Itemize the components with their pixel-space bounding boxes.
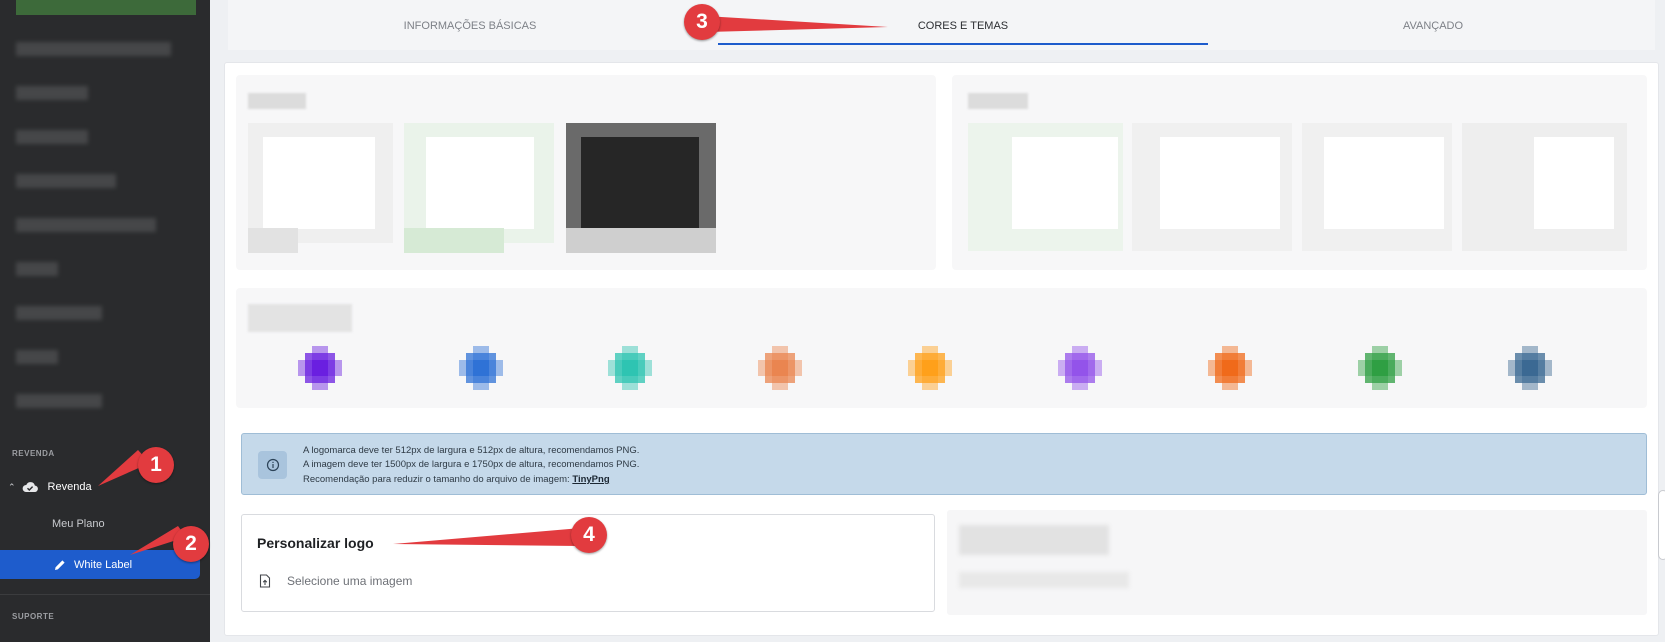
- accent-color-panel: [236, 288, 1647, 408]
- sidebar-item-revenda[interactable]: ⌃ Revenda: [8, 481, 92, 493]
- sidebar-item-blurred[interactable]: [16, 350, 58, 364]
- theme-option-label-blurred: [248, 228, 298, 253]
- theme-option-inner: [263, 137, 375, 229]
- panel-title-blurred: [248, 93, 306, 109]
- pencil-icon: [54, 559, 66, 571]
- preview-text-blurred: [959, 572, 1129, 588]
- color-swatch[interactable]: [1208, 346, 1252, 390]
- select-image-button[interactable]: Selecione uma imagem: [259, 574, 412, 588]
- color-swatch[interactable]: [459, 346, 503, 390]
- cloud-icon: [22, 481, 38, 493]
- layout-preview-panel-blurred: [952, 75, 1647, 270]
- color-swatch[interactable]: [608, 346, 652, 390]
- sidebar-item-blurred[interactable]: [16, 306, 102, 320]
- callout-badge-1: 1: [138, 447, 174, 483]
- theme-preview-panel-blurred: [236, 75, 936, 270]
- layout-option-inner: [1324, 137, 1444, 229]
- color-swatch[interactable]: [758, 346, 802, 390]
- layout-option-inner: [1012, 137, 1118, 229]
- sidebar-item-label: White Label: [74, 558, 133, 571]
- file-upload-icon: [259, 574, 271, 588]
- scrollbar-handle[interactable]: [1658, 490, 1665, 560]
- tab-cores-e-temas[interactable]: CORES E TEMAS: [883, 20, 1043, 32]
- info-line-compress-text: Recomendação para reduzir o tamanho do a…: [303, 474, 570, 485]
- panel-title-blurred: [248, 304, 352, 332]
- layout-option-inner: [1534, 137, 1614, 229]
- info-line-compress: Recomendação para reduzir o tamanho do a…: [303, 474, 610, 485]
- active-tab-indicator: [718, 43, 1208, 45]
- tab-informacoes-basicas[interactable]: INFORMAÇÕES BÁSICAS: [390, 20, 550, 32]
- sidebar-divider: [0, 594, 210, 595]
- color-swatch[interactable]: [1358, 346, 1402, 390]
- panel-title-blurred: [968, 93, 1028, 109]
- color-swatch[interactable]: [908, 346, 952, 390]
- sidebar-item-label: Revenda: [47, 481, 92, 493]
- sidebar-section-suporte: SUPORTE: [12, 612, 55, 621]
- info-icon: [258, 451, 287, 479]
- sidebar-item-blurred[interactable]: [16, 262, 58, 276]
- tab-bar: INFORMAÇÕES BÁSICAS CORES E TEMAS AVANÇA…: [228, 0, 1655, 50]
- chevron-up-icon: ⌃: [8, 481, 16, 492]
- theme-option-label-blurred: [566, 228, 716, 253]
- callout-badge-4: 4: [571, 517, 607, 553]
- sidebar-item-blurred[interactable]: [16, 394, 102, 408]
- sidebar-top-item-blurred[interactable]: [16, 0, 196, 15]
- image-requirements-alert: A logomarca deve ter 512px de largura e …: [241, 433, 1647, 495]
- sidebar-section-revenda: REVENDA: [12, 449, 55, 458]
- callout-badge-3: 3: [684, 4, 720, 40]
- info-line-logo: A logomarca deve ter 512px de largura e …: [303, 445, 640, 456]
- sidebar-item-blurred[interactable]: [16, 42, 171, 56]
- select-image-label: Selecione uma imagem: [287, 574, 413, 588]
- theme-option-dark-inner: [581, 137, 699, 229]
- sidebar-item-blurred[interactable]: [16, 174, 116, 188]
- sidebar-item-blurred[interactable]: [16, 86, 88, 100]
- sidebar-item-blurred[interactable]: [16, 130, 88, 144]
- theme-option-label-blurred: [404, 228, 504, 253]
- color-swatch[interactable]: [298, 346, 342, 390]
- info-line-image: A imagem deve ter 1500px de largura e 17…: [303, 459, 640, 470]
- callout-badge-2: 2: [173, 526, 209, 562]
- sidebar-item-blurred[interactable]: [16, 218, 156, 232]
- color-swatch[interactable]: [1508, 346, 1552, 390]
- tab-avancado[interactable]: AVANÇADO: [1373, 20, 1493, 32]
- tinypng-link[interactable]: TinyPng: [572, 474, 609, 485]
- customize-logo-title: Personalizar logo: [257, 535, 374, 551]
- logo-preview-card-blurred: [947, 510, 1647, 615]
- preview-title-blurred: [959, 525, 1109, 555]
- theme-option-inner: [426, 137, 534, 229]
- sidebar-item-meu-plano[interactable]: Meu Plano: [52, 518, 105, 530]
- color-swatch[interactable]: [1058, 346, 1102, 390]
- sidebar-item-white-label[interactable]: White Label: [0, 550, 200, 579]
- layout-option-inner: [1160, 137, 1280, 229]
